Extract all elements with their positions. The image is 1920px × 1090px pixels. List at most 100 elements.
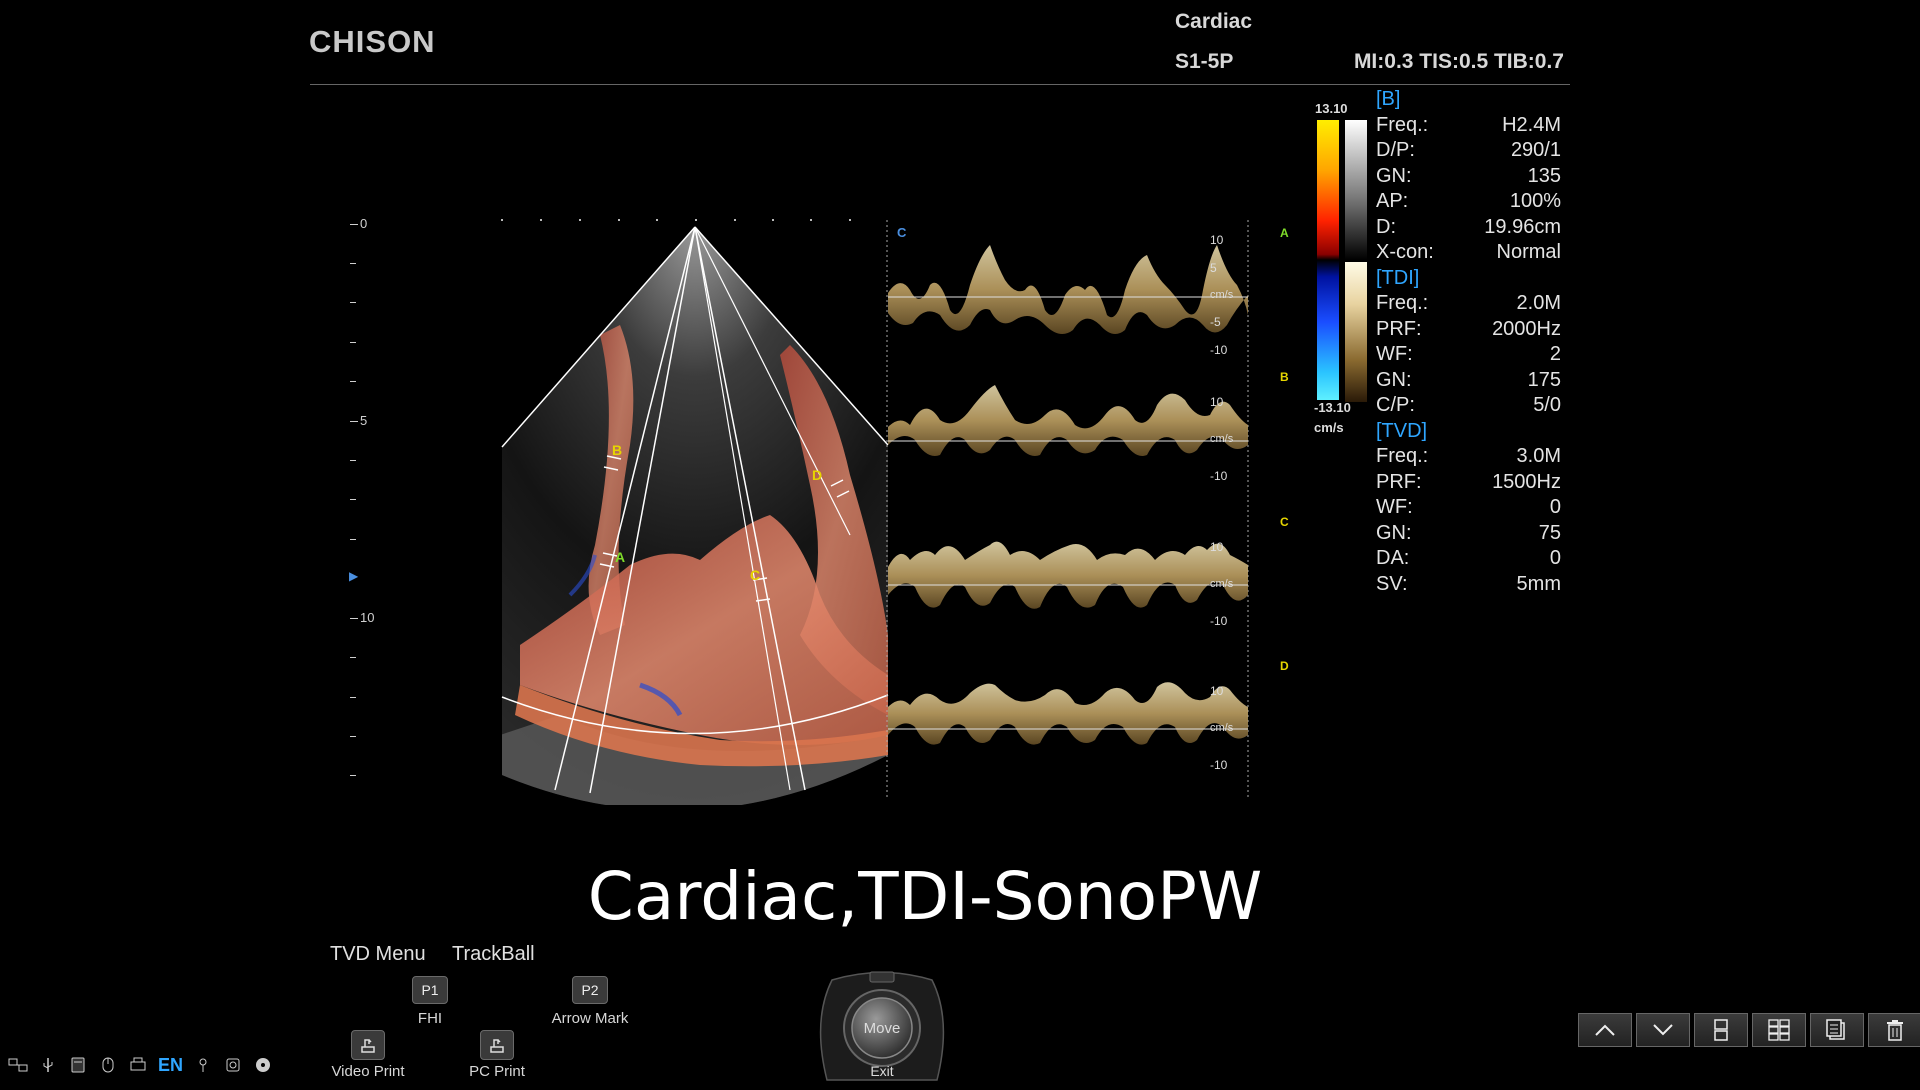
param-value: 100% (1509, 190, 1561, 212)
depth-tick (350, 342, 356, 343)
ultrasound-sector-image[interactable]: B A C D (500, 215, 890, 805)
mouse-icon (98, 1056, 118, 1074)
layout-quad-icon (1768, 1019, 1790, 1041)
page-down-button[interactable] (1636, 1013, 1690, 1047)
p2-key[interactable]: P2 (572, 976, 608, 1004)
param-value: 75 (1538, 521, 1561, 544)
trace-channel-d (888, 682, 1248, 745)
tvd-colorbar (1345, 262, 1367, 402)
page-up-button[interactable] (1578, 1013, 1632, 1047)
list-button[interactable] (1810, 1013, 1864, 1047)
param-value: 135 (1527, 164, 1561, 187)
param-value: 5/0 (1533, 394, 1561, 416)
network-icon (8, 1056, 28, 1074)
language-indicator[interactable]: EN (158, 1055, 183, 1076)
param-key: Freq.: (1376, 113, 1429, 136)
pc-print-button[interactable] (480, 1030, 514, 1060)
sample-marker-b[interactable]: B (612, 442, 622, 458)
print-icon (490, 1039, 504, 1053)
video-print-button[interactable] (351, 1030, 385, 1060)
param-row: GN: 135 (1376, 164, 1561, 190)
param-value: 175 (1527, 368, 1561, 391)
status-bar: EN (8, 1055, 273, 1075)
depth-scale: 0 5 ▶ 10 (340, 210, 380, 790)
depth-tick (350, 381, 356, 382)
param-key: WF: (1376, 343, 1413, 365)
depth-tick (350, 657, 356, 658)
param-value: 2.0M (1516, 292, 1561, 314)
trackball-menu-button[interactable]: TrackBall (452, 943, 535, 966)
param-key: D/P: (1376, 139, 1415, 161)
tick-label: -10 (1210, 343, 1228, 357)
tick-unit: cm/s (1210, 433, 1234, 445)
param-key: GN: (1376, 521, 1412, 544)
param-row: AP: 100% (1376, 189, 1561, 215)
nav-toolbar (1578, 1013, 1920, 1047)
printer-icon (128, 1056, 148, 1074)
depth-tick (350, 736, 356, 737)
trace-corner-label: C (897, 225, 907, 240)
brand-logo: CHISON (309, 24, 436, 59)
wireless-icon (223, 1056, 243, 1074)
param-value: 2000Hz (1492, 317, 1561, 340)
param-value: 5mm (1516, 572, 1561, 595)
layout-dual-button[interactable] (1694, 1013, 1748, 1047)
depth-tick (350, 421, 358, 422)
trace-scale: 10 5 cm/s -5 -10 10 cm/s -10 10 cm/s -10… (1210, 233, 1270, 813)
p1-key[interactable]: P1 (412, 976, 448, 1004)
depth-label-10: 10 (360, 610, 375, 625)
delete-button[interactable] (1868, 1013, 1920, 1047)
depth-label-5: 5 (360, 413, 368, 428)
header-divider (310, 84, 1570, 85)
color-scale: 13.10 -13.10 cm/s (1312, 100, 1372, 440)
sample-marker-c[interactable]: C (750, 567, 760, 583)
trace-channel-a (888, 245, 1248, 334)
b-mode-title: [B] (1376, 88, 1401, 110)
channel-letter-d: D (1280, 659, 1289, 673)
tick-label: 5 (1210, 261, 1217, 275)
colorbar-max: 13.10 (1315, 101, 1348, 116)
exam-preset: Cardiac (1175, 10, 1253, 33)
param-row: X-con: Normal (1376, 240, 1561, 266)
channel-letter-c: C (1280, 515, 1289, 529)
channel-letter-a: A (1280, 226, 1289, 240)
tvd-menu-button[interactable]: TVD Menu (330, 943, 426, 966)
depth-label-0: 0 (360, 216, 368, 231)
probe-name: S1-5P (1175, 50, 1234, 73)
channel-letter-b: B (1280, 370, 1289, 384)
layout-quad-button[interactable] (1752, 1013, 1806, 1047)
tick-unit: cm/s (1210, 722, 1234, 734)
trackball-control[interactable]: Move Exit (812, 970, 952, 1090)
param-value: 3.0M (1516, 445, 1561, 467)
list-icon (1826, 1019, 1845, 1040)
param-key: DA: (1376, 547, 1410, 569)
param-row: WF: 2 (1376, 342, 1561, 368)
trackball-top-key[interactable] (869, 971, 895, 983)
video-print-label: Video Print (331, 1063, 405, 1080)
usb-icon (38, 1056, 58, 1074)
param-value: 0 (1549, 547, 1561, 569)
sample-marker-a[interactable]: A (615, 549, 625, 565)
p2-label: Arrow Mark (551, 1010, 629, 1027)
tvd-trace-panel[interactable]: C (885, 215, 1255, 800)
param-key: Freq.: (1376, 292, 1429, 314)
tick-label: 10 (1210, 233, 1224, 247)
param-value: 2 (1549, 343, 1561, 365)
exit-label[interactable]: Exit (870, 1063, 893, 1079)
tick-label: -10 (1210, 758, 1228, 772)
storage-icon (68, 1056, 88, 1074)
tvd-title: [TVD] (1376, 419, 1428, 442)
param-key: PRF: (1376, 470, 1422, 493)
velocity-colorbar (1317, 120, 1339, 400)
tick-label: 10 (1210, 540, 1224, 554)
sample-marker-d[interactable]: D (812, 467, 822, 483)
depth-tick (350, 224, 358, 225)
layout-dual-icon (1714, 1019, 1728, 1041)
tick-label: 10 (1210, 684, 1224, 698)
param-row: PRF: 1500Hz (1376, 470, 1561, 496)
p1-label: FHI (417, 1010, 443, 1027)
move-label: Move (864, 1020, 901, 1037)
param-row: C/P: 5/0 (1376, 393, 1561, 419)
param-row: GN: 75 (1376, 521, 1561, 547)
param-key: X-con: (1376, 241, 1434, 263)
